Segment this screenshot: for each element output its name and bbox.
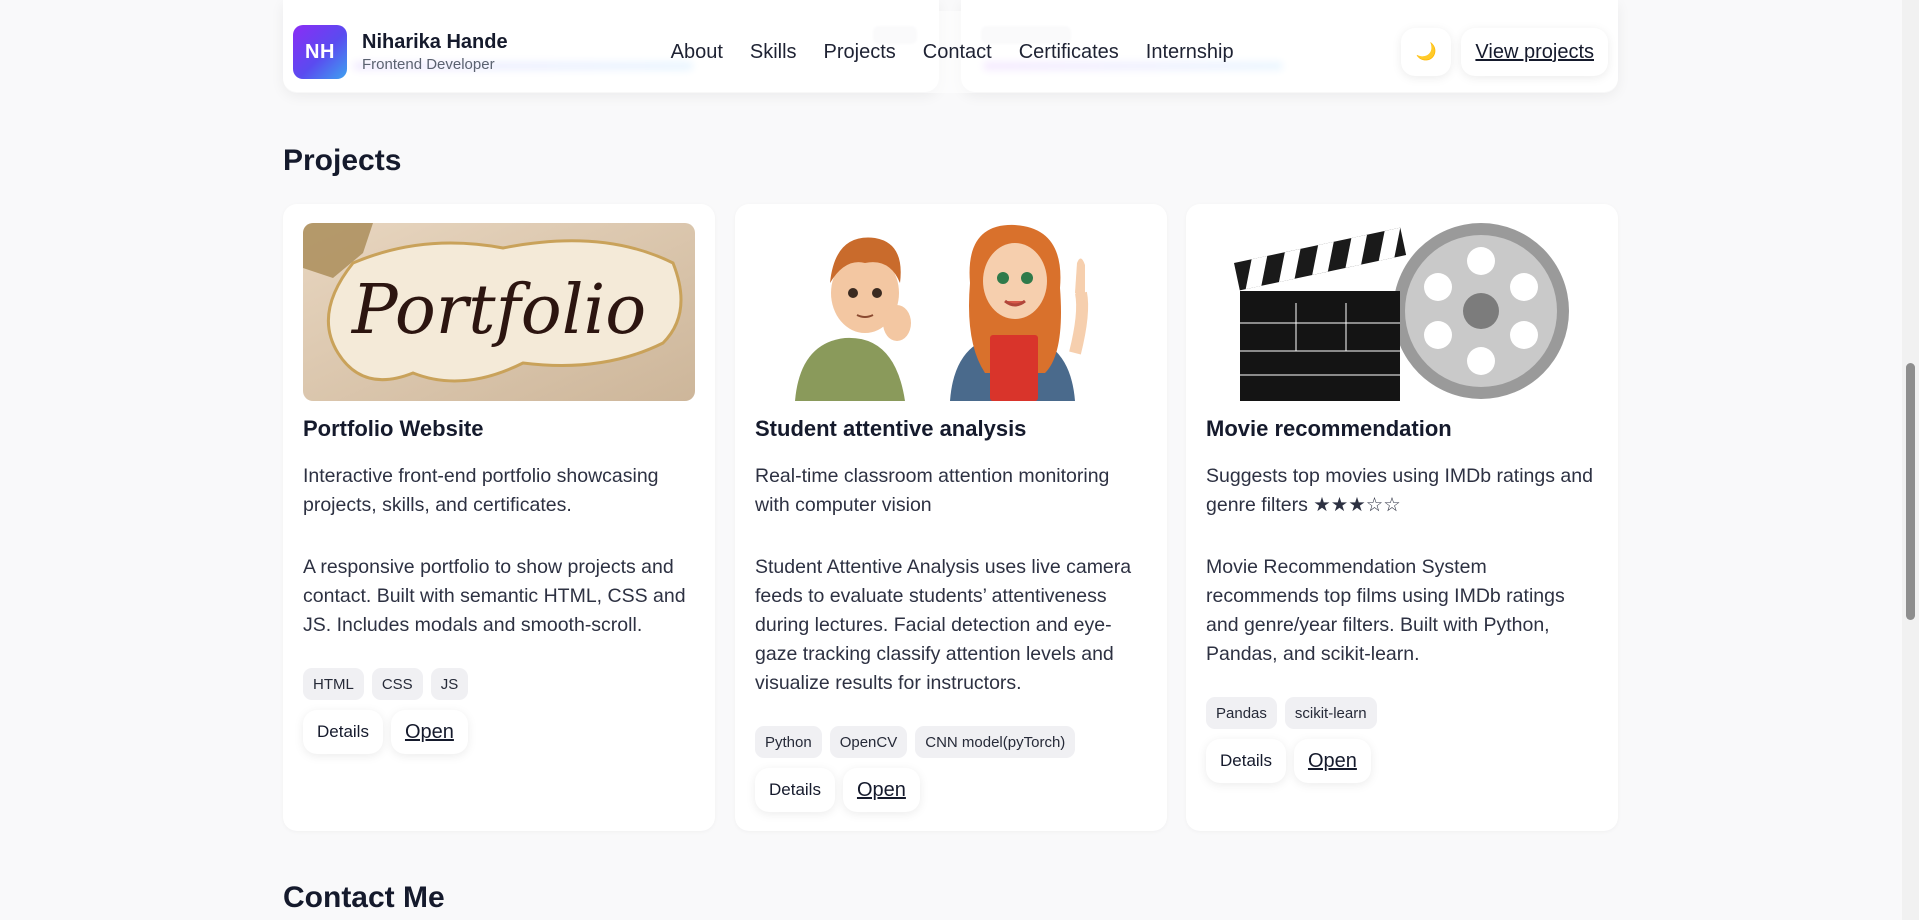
project-title: Portfolio Website (303, 416, 484, 441)
project-summary: Suggests top movies using IMDb ratings a… (1206, 465, 1593, 516)
nav-link-projects[interactable]: Projects (824, 41, 896, 64)
tag-css: CSS (371, 668, 423, 700)
logo-avatar: NH (293, 25, 347, 79)
scrollbar-thumb[interactable] (1906, 363, 1915, 620)
tag-html: HTML (303, 668, 364, 700)
open-link[interactable]: Open (390, 710, 468, 754)
view-projects-button[interactable]: View projects (1461, 28, 1608, 76)
tag-js: JS (430, 668, 469, 700)
header-actions: 🌙 View projects (1401, 28, 1608, 76)
project-description: A responsive portfolio to show projects … (303, 556, 686, 636)
section-title-contact: Contact Me (283, 881, 445, 914)
brand-name: Niharika Hande (362, 31, 508, 53)
nav-link-certificates[interactable]: Certificates (1019, 41, 1119, 64)
tag-scikit-learn: scikit-learn (1284, 697, 1377, 729)
students-illustration (755, 223, 1147, 401)
project-card-movie-recommendation: Movie recommendation Suggests top movies… (1186, 204, 1618, 831)
moon-icon: 🌙 (1415, 42, 1437, 61)
tag-list: HTML CSS JS (303, 668, 476, 700)
card-actions: Details Open (1206, 739, 1371, 783)
open-link[interactable]: Open (1293, 739, 1371, 783)
project-card-portfolio: Portfolio Portfolio Website Interactive … (283, 204, 715, 831)
nav-link-skills[interactable]: Skills (750, 41, 797, 64)
tag-opencv: OpenCV (829, 726, 908, 758)
project-card-student-attentive: Student attentive analysis Real-time cla… (735, 204, 1167, 831)
details-button[interactable]: Details (1206, 739, 1286, 783)
card-actions: Details Open (303, 710, 468, 754)
theme-toggle-button[interactable]: 🌙 (1401, 28, 1452, 76)
tag-cnn-model: CNN model(pyTorch) (915, 726, 1076, 758)
details-button[interactable]: Details (755, 768, 835, 812)
nav-link-internship[interactable]: Internship (1146, 41, 1234, 64)
clapperboard-film-reel-image (1206, 223, 1598, 401)
project-summary: Real-time classroom attention monitoring… (755, 465, 1110, 516)
portfolio-image: Portfolio (303, 223, 695, 401)
brand-text: Niharika Hande Frontend Developer (362, 31, 508, 73)
tag-list: Python OpenCV CNN model(pyTorch) (755, 726, 1083, 758)
brand-role: Frontend Developer (362, 56, 495, 73)
project-title: Student attentive analysis (755, 416, 1027, 441)
nav-link-contact[interactable]: Contact (923, 41, 992, 64)
tag-list: Pandas scikit-learn (1206, 697, 1385, 729)
project-description: Movie Recommendation System recommends t… (1206, 556, 1565, 665)
open-link[interactable]: Open (842, 768, 920, 812)
page-scrollbar[interactable] (1902, 0, 1919, 920)
project-description: Student Attentive Analysis uses live cam… (755, 556, 1132, 694)
card-actions: Details Open (755, 768, 920, 812)
details-button[interactable]: Details (303, 710, 383, 754)
tag-pandas: Pandas (1206, 697, 1277, 729)
nav-link-about[interactable]: About (671, 41, 723, 64)
project-summary: Interactive front-end portfolio showcasi… (303, 465, 659, 516)
main-nav: About Skills Projects Contact Certificat… (671, 41, 1234, 64)
section-title-projects: Projects (283, 144, 402, 177)
site-header: NH Niharika Hande Frontend Developer Abo… (283, 11, 1618, 93)
project-title: Movie recommendation (1206, 416, 1452, 441)
portfolio-lettering: Portfolio (350, 271, 646, 350)
tag-python: Python (755, 726, 822, 758)
brand[interactable]: NH Niharika Hande Frontend Developer (293, 25, 508, 79)
